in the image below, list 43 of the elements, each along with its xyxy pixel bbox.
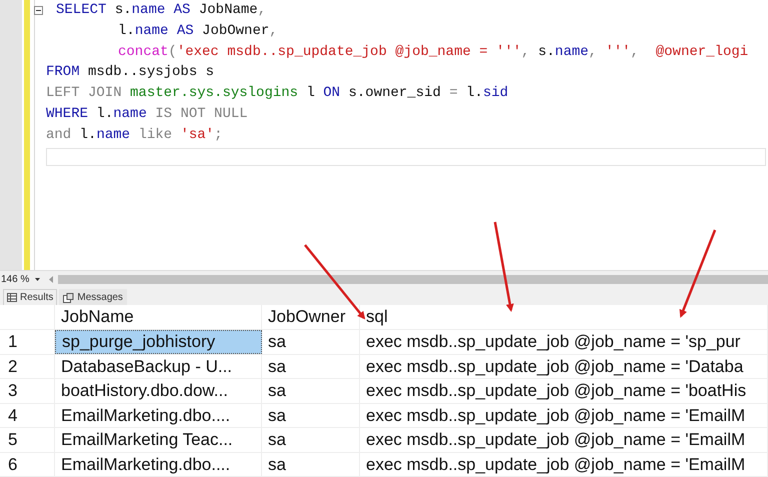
row-number: 5: [0, 428, 55, 452]
code-line: concat('exec msdb..sp_update_job @job_name = ''', s.name, ''', @owner_logi: [118, 42, 748, 62]
table-cell: sa: [262, 354, 360, 378]
table-cell: sa: [262, 404, 360, 427]
table-cell: EmailMarketing Teac...: [55, 428, 262, 452]
column-header[interactable]: JobName: [55, 305, 262, 329]
table-cell: exec msdb..sp_update_job @job_name = 'sp_pur: [360, 330, 768, 354]
table-cell: exec msdb..sp_update_job @job_name = 'EmailM: [360, 452, 768, 476]
code-line: WHERE l.name IS NOT NULL: [46, 104, 248, 124]
table-cell: exec msdb..sp_update_job @job_name = 'EmailM: [360, 404, 768, 427]
collapse-icon[interactable]: [34, 6, 43, 15]
column-header[interactable]: sql: [360, 305, 768, 329]
table-cell: exec msdb..sp_update_job @job_name = 'EmailM: [360, 428, 768, 452]
table-cell: EmailMarketing.dbo....: [55, 404, 262, 427]
row-number: 6: [0, 452, 55, 476]
grid-icon: [7, 293, 17, 302]
code-line: SELECT s.name AS JobName,: [56, 0, 266, 20]
column-header[interactable]: JobOwner: [262, 305, 360, 329]
scroll-left-icon[interactable]: [48, 276, 54, 282]
horizontal-scrollbar[interactable]: [58, 274, 768, 284]
table-cell: exec msdb..sp_update_job @job_name = 'Databa: [360, 354, 768, 378]
code-line: l.name AS JobOwner,: [118, 22, 278, 41]
zoom-level: 146 %: [1, 272, 30, 286]
table-cell: EmailMarketing.dbo....: [55, 452, 262, 476]
results-tab[interactable]: Results: [3, 289, 58, 305]
table-cell: sa: [262, 428, 360, 452]
table-cell: sa: [262, 379, 360, 402]
code-line: and l.name like 'sa';: [46, 126, 222, 145]
table-cell: sp_purge_jobhistory: [55, 330, 262, 354]
message-icon: [63, 292, 74, 302]
row-number: 4: [0, 404, 55, 427]
table-cell: DatabaseBackup - U...: [55, 354, 262, 378]
row-number: 2: [0, 354, 55, 378]
zoom-dropdown[interactable]: 146 %: [0, 272, 46, 286]
table-cell: boatHistory.dbo.dow...: [55, 379, 262, 402]
code-line: LEFT JOIN master.sys.syslogins l ON s.owner_sid = l.sid: [46, 84, 508, 104]
messages-tab[interactable]: Messages: [59, 289, 127, 305]
table-cell: exec msdb..sp_update_job @job_name = 'boatHis: [360, 379, 768, 402]
dropdown-arrow-icon: [35, 278, 40, 280]
table-cell: sa: [262, 330, 360, 354]
row-number: 3: [0, 379, 55, 402]
code-line: FROM msdb..sysjobs s: [46, 63, 214, 82]
table-cell: sa: [262, 452, 360, 476]
